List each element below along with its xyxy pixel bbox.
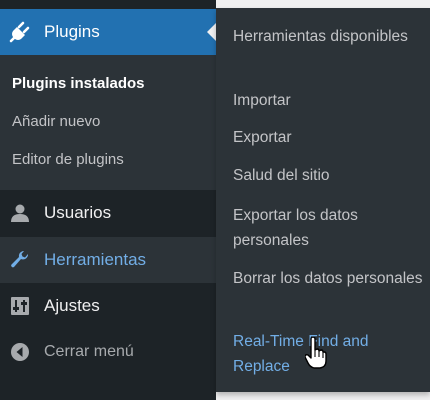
- hand-cursor-icon: [305, 337, 327, 369]
- current-menu-arrow: [207, 23, 216, 41]
- submenu-plugins-instalados[interactable]: Plugins instalados: [12, 75, 145, 92]
- menu-item-label: Herramientas: [44, 250, 147, 269]
- submenu-anadir-nuevo[interactable]: Añadir nuevo: [12, 113, 100, 130]
- collapse-menu-button[interactable]: Cerrar menú: [0, 329, 216, 375]
- users-icon: [8, 201, 32, 225]
- flyout-item-importar[interactable]: Importar: [233, 88, 423, 113]
- plugins-submenu: Plugins instalados Añadir nuevo Editor d…: [0, 55, 216, 190]
- menu-item-label: Plugins: [44, 22, 100, 41]
- submenu-editor-de-plugins[interactable]: Editor de plugins: [12, 151, 124, 168]
- menu-item-label: Ajustes: [44, 296, 100, 315]
- settings-icon: [8, 294, 32, 318]
- flyout-item-herramientas-disponibles[interactable]: Herramientas disponibles: [233, 24, 423, 49]
- flyout-item-exportar[interactable]: Exportar: [233, 125, 423, 150]
- admin-sidebar: Plugins Plugins instalados Añadir nuevo …: [0, 0, 216, 400]
- herramientas-flyout-menu: Herramientas disponibles Importar Export…: [216, 8, 430, 392]
- plugin-icon: [8, 20, 32, 44]
- menu-item-label: Usuarios: [44, 203, 112, 222]
- collapse-icon: [8, 340, 32, 364]
- page-edge: [430, 0, 435, 400]
- flyout-item-real-time-find-and-replace[interactable]: Real-Time Find and Replace: [233, 329, 423, 379]
- menu-item-ajustes[interactable]: Ajustes: [0, 283, 216, 329]
- flyout-item-exportar-datos-personales[interactable]: Exportar los datos personales: [233, 203, 423, 253]
- menu-item-plugins[interactable]: Plugins: [0, 9, 216, 55]
- flyout-item-salud-del-sitio[interactable]: Salud del sitio: [233, 163, 423, 188]
- flyout-pointer: [208, 252, 216, 268]
- menu-item-herramientas[interactable]: Herramientas: [0, 237, 216, 283]
- menu-item-usuarios[interactable]: Usuarios: [0, 190, 216, 236]
- menu-item-label: Cerrar menú: [44, 343, 134, 360]
- wrench-icon: [8, 248, 32, 272]
- flyout-item-borrar-datos-personales[interactable]: Borrar los datos personales: [233, 266, 423, 291]
